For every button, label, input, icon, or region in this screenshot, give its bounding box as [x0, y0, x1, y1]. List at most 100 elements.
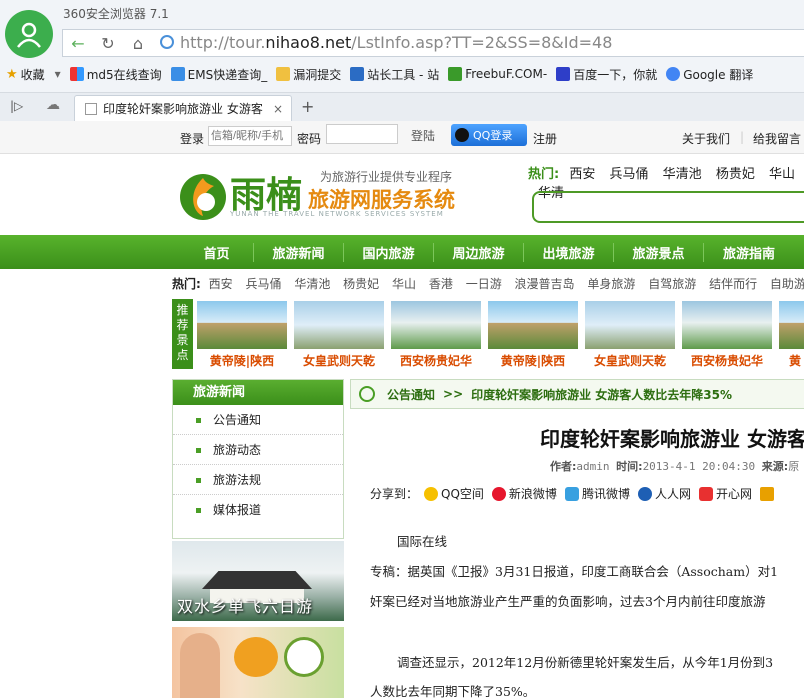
breadcrumb: 公告通知 >> 印度轮奸案影响旅游业 女游客人数比去年降35% [350, 379, 804, 409]
hot-link[interactable]: 西安 [569, 167, 595, 182]
sidebar-item-notice[interactable]: 公告通知 [173, 405, 343, 435]
web-page: 登录 密码 登陆 QQ登录 注册 关于我们 | 给我留言 雨楠 为旅游行业提供专… [0, 121, 804, 698]
weibo-icon [491, 486, 506, 501]
hot-link[interactable]: 自助游 [770, 277, 804, 291]
hot-link[interactable]: 兵马俑 [610, 167, 649, 182]
scenic-item[interactable]: 黄 [779, 301, 804, 371]
hot-keywords: 热门: 西安 兵马俑 华清池 杨贵妃 华山 香港 一日游 浪漫普吉岛 单身旅游 … [172, 277, 804, 291]
article-paragraph: 专稿：据英国《卫报》3月31日报道，印度工商联合会（Assocham）对1 [370, 564, 779, 579]
bookmark-freebuf[interactable]: FreebuF.COM- [448, 67, 547, 81]
scenic-photo [682, 301, 772, 349]
scenic-photo [294, 301, 384, 349]
hot-link[interactable]: 结伴而行 [709, 277, 757, 291]
scenic-photo [197, 301, 287, 349]
nav-scenic[interactable]: 旅游景点 [614, 242, 704, 262]
bookmark-webmaster[interactable]: 站长工具 - 站 [350, 66, 439, 83]
scenic-item[interactable]: 黄帝陵|陕西 [488, 301, 578, 371]
scenic-item[interactable]: 女皇武则天乾 [585, 301, 675, 371]
hot-link[interactable]: 香港 [429, 277, 453, 291]
share-more[interactable] [759, 486, 777, 501]
nav-guide[interactable]: 旅游指南 [704, 243, 794, 262]
article-paragraph: 人数比去年同期下降了35%。 [370, 684, 536, 698]
divider: | [740, 130, 745, 144]
hot-link[interactable]: 华清池 [294, 277, 330, 291]
hot-link[interactable]: 华清池 [663, 167, 702, 182]
username-input[interactable] [208, 126, 292, 146]
nav-domestic[interactable]: 国内旅游 [344, 242, 434, 262]
renren-icon [637, 486, 652, 501]
article-paragraph: 调查还显示，2012年12月份新德里轮奸案发生后，从今年1月份到3 [397, 655, 774, 670]
site-slogan: 为旅游行业提供专业程序 [320, 170, 453, 184]
scenic-photo [585, 301, 675, 349]
hot-link[interactable]: 杨贵妃 [716, 167, 755, 182]
close-tab-icon[interactable]: × [273, 102, 283, 116]
ad-banner-text: 双水乡单飞六日游 [177, 597, 314, 616]
share-renren[interactable]: 人人网 [637, 485, 691, 502]
refresh-icon[interactable]: ↻ [94, 29, 122, 57]
breadcrumb-category[interactable]: 公告通知 [387, 386, 435, 403]
scenic-photo [391, 301, 481, 349]
tencent-weibo-icon [564, 486, 579, 501]
article-paragraph: 国际在线 [397, 534, 448, 549]
bookmark-md5[interactable]: md5在线查询 [69, 66, 162, 83]
hot-link[interactable]: 一日游 [466, 277, 502, 291]
hot-link[interactable]: 华山 [769, 167, 795, 182]
qq-penguin-icon [455, 128, 469, 142]
share-kaixin[interactable]: 开心网 [698, 485, 752, 502]
scenic-item[interactable]: 黄帝陵|陕西 [197, 301, 287, 371]
hot-link[interactable]: 西安 [209, 277, 233, 291]
password-label: 密码 [297, 132, 322, 146]
hot-link[interactable]: 华山 [392, 277, 416, 291]
sidebar-item-laws[interactable]: 旅游法规 [173, 465, 343, 495]
hot-link[interactable]: 兵马俑 [245, 277, 281, 291]
ad-badge [234, 637, 278, 677]
article-title: 印度轮奸案影响旅游业 女游客 [540, 427, 804, 451]
bookmark-favorites[interactable]: ★ 收藏 ▾ [6, 66, 61, 83]
ad-banner-promo[interactable] [172, 627, 344, 698]
home-icon[interactable]: ⌂ [124, 29, 152, 57]
scenic-photo [779, 301, 804, 349]
password-input[interactable] [326, 124, 398, 144]
cloud-icon[interactable]: ☁ [46, 97, 60, 113]
scenic-strip: 推荐景点 黄帝陵|陕西 女皇武则天乾 西安杨贵妃华 黄帝陵|陕西 女皇武则天乾 … [172, 299, 804, 373]
scenic-item[interactable]: 西安杨贵妃华 [391, 301, 481, 371]
nav-nearby[interactable]: 周边旅游 [434, 242, 524, 262]
bookmark-google[interactable]: Google 翻译 [666, 66, 753, 83]
bookmark-folder[interactable]: 漏洞提交 [276, 66, 341, 83]
hot-link[interactable]: 单身旅游 [587, 277, 635, 291]
hot-link[interactable]: 杨贵妃 [343, 277, 379, 291]
sidebar-item-media[interactable]: 媒体报道 [173, 495, 343, 525]
browser-title: 360安全浏览器 7.1 [63, 7, 169, 21]
message-link[interactable]: 给我留言 [753, 130, 801, 147]
qq-login-button[interactable]: QQ登录 [451, 124, 527, 146]
nav-travel-news[interactable]: 旅游新闻 [254, 242, 344, 262]
page-icon [85, 102, 97, 115]
new-tab-icon[interactable]: + [301, 97, 314, 116]
scenic-item[interactable]: 西安杨贵妃华 [682, 301, 772, 371]
url-text[interactable]: http://tour.nihao8.net/LstInfo.asp?TT=2&… [180, 33, 612, 52]
bookmark-baidu[interactable]: 百度一下，你就 [556, 66, 657, 83]
ad-badge [284, 637, 324, 677]
login-button[interactable]: 登陆 [411, 127, 435, 144]
main-nav: 首页 旅游新闻 国内旅游 周边旅游 出境旅游 旅游景点 旅游指南 [0, 235, 804, 269]
hot-link[interactable]: 浪漫普吉岛 [515, 277, 575, 291]
user-avatar-icon[interactable] [5, 10, 53, 58]
share-weibo[interactable]: 新浪微博 [491, 485, 557, 502]
share-qzone[interactable]: QQ空间 [424, 485, 484, 502]
nav-home[interactable]: 首页 [180, 242, 254, 262]
scenic-item[interactable]: 女皇武则天乾 [294, 301, 384, 371]
hot-link[interactable]: 自驾旅游 [648, 277, 696, 291]
tab-active[interactable]: 印度轮奸案影响旅游业 女游客 × [74, 95, 292, 121]
back-arrow-icon[interactable]: ← [64, 29, 92, 57]
about-link[interactable]: 关于我们 [682, 130, 730, 147]
bookmark-ems[interactable]: EMS快递查询_ [170, 66, 267, 83]
share-tencent-weibo[interactable]: 腾讯微博 [564, 485, 630, 502]
site-search-input[interactable] [532, 191, 804, 223]
sidebar-toggle-icon[interactable]: |▷ [10, 99, 23, 113]
sidebar-item-dynamics[interactable]: 旅游动态 [173, 435, 343, 465]
share-bar: 分享到： QQ空间 新浪微博 腾讯微博 人人网 开心网 [370, 485, 785, 502]
nav-outbound[interactable]: 出境旅游 [524, 242, 614, 262]
leaf-logo-icon [180, 174, 226, 220]
article-meta: 作者:admin 时间:2013-4-1 20:04:30 来源:原 [550, 460, 800, 473]
register-link[interactable]: 注册 [533, 130, 557, 147]
